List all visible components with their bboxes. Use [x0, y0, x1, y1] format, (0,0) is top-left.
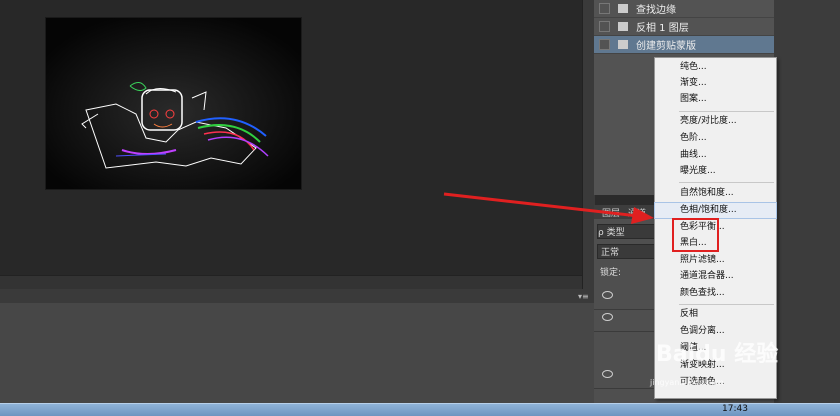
visibility-eye-icon[interactable] [602, 370, 613, 378]
panel-menu-icon[interactable]: ▾≡ [578, 292, 589, 301]
menu-item-photo-filter[interactable]: 照片滤镜... [655, 253, 776, 268]
menu-item-invert[interactable]: 反相 [655, 307, 776, 322]
layer-row[interactable] [594, 305, 654, 332]
baidu-watermark-url: jingyan.baidu.com [650, 378, 724, 387]
horizontal-scrollbar[interactable] [0, 275, 582, 290]
menu-item-hue-saturation[interactable]: 色相/饱和度... [654, 202, 777, 219]
history-item[interactable]: 反相 1 图层 [594, 18, 774, 36]
history-item-label: 查找边缘 [636, 5, 676, 16]
menu-item-channel-mixer[interactable]: 通道混合器... [655, 269, 776, 284]
snapshot-checkbox[interactable] [599, 3, 610, 14]
history-item-selected[interactable]: 创建剪贴蒙版 [594, 36, 774, 54]
menu-item-pattern[interactable]: 图案... [655, 92, 776, 107]
annotation-highlight-box [672, 218, 719, 252]
visibility-eye-icon[interactable] [602, 313, 613, 321]
history-item[interactable]: 查找边缘 [594, 0, 774, 18]
annotation-arrow-icon [443, 192, 654, 224]
document-icon [618, 22, 628, 31]
blend-mode-select[interactable]: 正常 [597, 244, 658, 259]
menu-item-solid-color[interactable]: 纯色... [655, 60, 776, 75]
menu-item-curves[interactable]: 曲线... [655, 148, 776, 163]
history-item-label: 创建剪贴蒙版 [636, 41, 696, 52]
menu-separator [679, 111, 774, 112]
menu-separator [679, 304, 774, 305]
menu-item-gradient[interactable]: 渐变... [655, 76, 776, 91]
menu-separator [679, 182, 774, 183]
document-icon [618, 4, 628, 13]
neon-cartoon-artwork [46, 18, 301, 189]
visibility-eye-icon[interactable] [602, 291, 613, 299]
taskbar-clock: 17:43 [722, 404, 748, 414]
right-panel-strip [774, 0, 840, 403]
timeline-panel-header [0, 289, 594, 304]
menu-item-levels[interactable]: 色阶... [655, 131, 776, 146]
windows-taskbar [0, 403, 840, 416]
baidu-watermark: Baidu 经验 [656, 342, 779, 367]
snapshot-checkbox[interactable] [599, 39, 610, 50]
document-icon [618, 40, 628, 49]
document-image[interactable] [46, 18, 301, 189]
menu-item-exposure[interactable]: 曝光度... [655, 164, 776, 179]
history-item-label: 反相 1 图层 [636, 23, 689, 34]
menu-item-brightness-contrast[interactable]: 亮度/对比度... [655, 114, 776, 129]
timeline-panel [0, 303, 594, 403]
menu-item-color-lookup[interactable]: 颜色查找... [655, 286, 776, 301]
lock-label: 锁定: [600, 268, 622, 278]
menu-item-vibrance[interactable]: 自然饱和度... [655, 186, 776, 201]
layer-row[interactable] [594, 362, 654, 389]
snapshot-checkbox[interactable] [599, 21, 610, 32]
